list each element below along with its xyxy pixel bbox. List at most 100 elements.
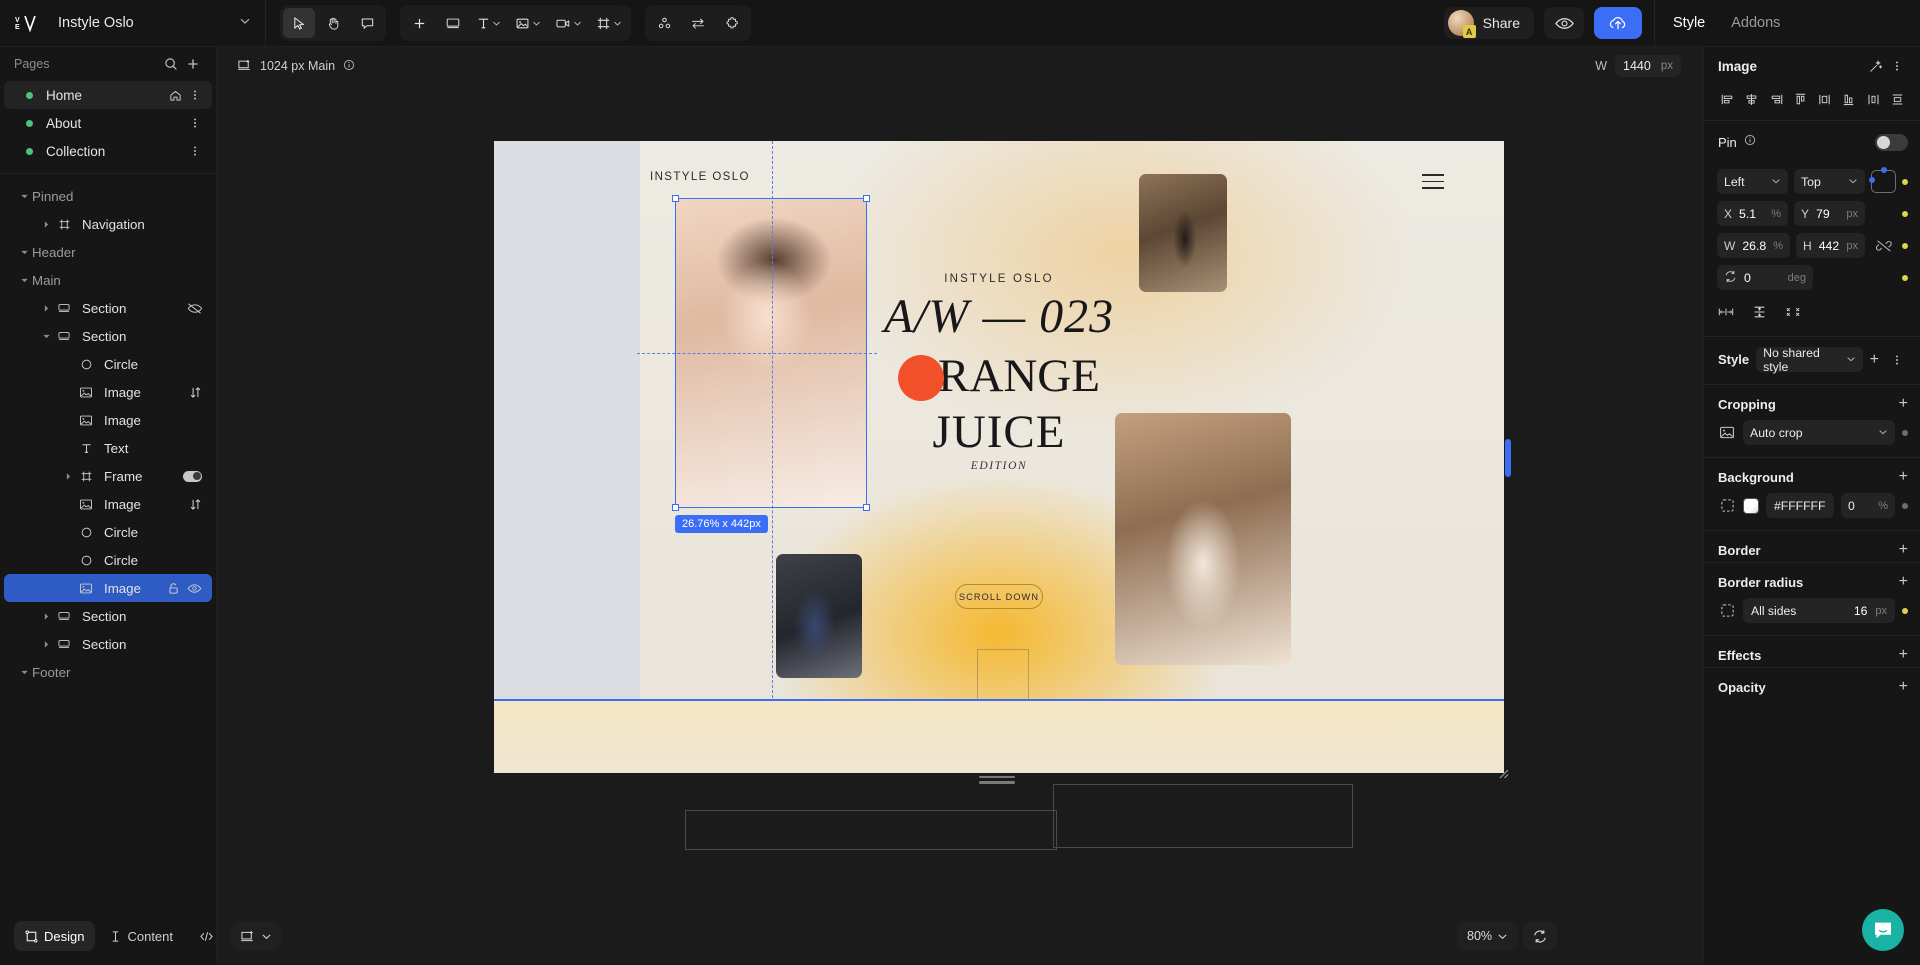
add-style-icon[interactable]: + (1870, 351, 1879, 368)
align-middle-v-icon[interactable] (1863, 89, 1884, 110)
align-bottom-icon[interactable] (1838, 89, 1859, 110)
layer-row[interactable]: Image (4, 490, 212, 518)
artboard-resize-grip[interactable] (979, 776, 1015, 787)
caret-down-icon[interactable] (16, 248, 32, 257)
layer-row[interactable]: Text (4, 434, 212, 462)
scroll-down-button[interactable]: SCROLL DOWN (955, 584, 1043, 609)
x-field[interactable]: X 5.1 % (1717, 201, 1788, 226)
add-opacity-icon[interactable]: + (1899, 679, 1908, 695)
layer-row[interactable]: Navigation (4, 210, 212, 238)
chevron-down-icon[interactable] (239, 14, 251, 32)
rotation-field[interactable]: 0 deg (1717, 265, 1813, 290)
background-hex-field[interactable]: #FFFFFF (1766, 493, 1834, 518)
layer-row[interactable]: Section (4, 602, 212, 630)
layer-row[interactable]: Circle (4, 518, 212, 546)
layer-row[interactable]: Image (4, 378, 212, 406)
add-background-icon[interactable]: + (1899, 469, 1908, 485)
components-button[interactable] (648, 8, 680, 38)
layer-row[interactable]: Section (4, 630, 212, 658)
swap-arrows-icon[interactable] (682, 8, 714, 38)
layer-row[interactable]: Header (4, 238, 212, 266)
add-page-icon[interactable] (182, 53, 204, 75)
anchor-preview[interactable] (1869, 167, 1896, 193)
zoom-control[interactable]: 80% (1457, 921, 1519, 951)
tab-design[interactable]: Design (14, 921, 96, 951)
puzzle-icon[interactable] (716, 8, 748, 38)
crop-mode-select[interactable]: Auto crop (1743, 420, 1895, 445)
layer-row-actions[interactable] (183, 470, 212, 482)
artboard-image-top-right[interactable] (1139, 174, 1227, 292)
search-icon[interactable] (160, 53, 182, 75)
caret-right-icon[interactable] (38, 220, 54, 229)
distribute-h-icon[interactable] (1814, 89, 1835, 110)
insert-text-button[interactable] (471, 8, 507, 38)
layer-row[interactable]: Section (4, 294, 212, 322)
layer-row-actions[interactable] (187, 302, 212, 315)
caret-down-icon[interactable] (16, 192, 32, 201)
share-button[interactable]: A Share (1443, 7, 1534, 39)
add-effects-icon[interactable]: + (1899, 647, 1908, 663)
y-field[interactable]: Y 79 px (1794, 201, 1865, 226)
v-anchor-select[interactable]: Top (1794, 169, 1865, 194)
layer-row[interactable]: Main (4, 266, 212, 294)
caret-down-icon[interactable] (16, 668, 32, 677)
caret-down-icon[interactable] (38, 332, 54, 341)
select-tool[interactable] (283, 8, 315, 38)
insert-section-button[interactable] (437, 8, 469, 38)
canvas-right-handle[interactable] (1505, 439, 1511, 477)
selection-bounding-box[interactable] (672, 195, 870, 511)
artboard[interactable]: INSTYLE OSLO INSTYLE OSLO A/W — 023 RANG… (494, 141, 1504, 773)
artboard-image-right[interactable] (1115, 413, 1291, 665)
align-center-h-icon[interactable] (1741, 89, 1762, 110)
resize-handle-bl[interactable] (672, 504, 679, 511)
preview-button[interactable] (1544, 7, 1584, 39)
add-cropping-icon[interactable]: + (1899, 396, 1908, 412)
refresh-button[interactable] (1523, 921, 1557, 951)
layer-row[interactable]: Image (4, 406, 212, 434)
comment-tool[interactable] (351, 8, 383, 38)
hamburger-icon[interactable] (1422, 174, 1444, 194)
caret-down-icon[interactable] (16, 276, 32, 285)
sidebar-item-about[interactable]: About (4, 109, 212, 137)
resize-handle-tl[interactable] (672, 195, 679, 202)
tab-addons[interactable]: Addons (1731, 15, 1780, 31)
pin-toggle[interactable] (1875, 133, 1908, 151)
info-icon[interactable] (1744, 133, 1756, 151)
layer-row[interactable]: Footer (4, 658, 212, 686)
sidebar-item-home[interactable]: Home (4, 81, 212, 109)
tab-content[interactable]: Content (99, 921, 184, 951)
align-top-icon[interactable] (1790, 89, 1811, 110)
layer-row[interactable]: Circle (4, 350, 212, 378)
tab-style[interactable]: Style (1673, 15, 1705, 31)
breakpoint-icon[interactable] (237, 58, 252, 75)
caret-right-icon[interactable] (38, 304, 54, 313)
h-anchor-select[interactable]: Left (1717, 169, 1788, 194)
align-left-icon[interactable] (1717, 89, 1738, 110)
artboard-image-bottom-left[interactable] (776, 554, 862, 678)
hand-tool[interactable] (317, 8, 349, 38)
intercom-chat-button[interactable] (1862, 909, 1904, 951)
insert-frame-button[interactable] (590, 8, 628, 38)
artboard-corner-handle[interactable] (1495, 765, 1509, 782)
insert-image-button[interactable] (509, 8, 547, 38)
layer-row[interactable]: Circle (4, 546, 212, 574)
more-icon[interactable] (186, 114, 204, 132)
caret-right-icon[interactable] (38, 640, 54, 649)
distribute-v-icon[interactable] (1887, 89, 1908, 110)
width-input[interactable]: 1440 px (1615, 55, 1681, 77)
frame-picker-button[interactable] (231, 921, 281, 951)
align-right-icon[interactable] (1766, 89, 1787, 110)
more-icon[interactable] (186, 86, 204, 104)
resize-handle-br[interactable] (863, 504, 870, 511)
resize-handle-tr[interactable] (863, 195, 870, 202)
info-icon[interactable] (343, 59, 355, 74)
pack-icon[interactable] (1785, 305, 1801, 324)
layer-row-actions[interactable] (189, 386, 212, 399)
background-color-swatch[interactable] (1743, 497, 1759, 514)
layer-row[interactable]: Section (4, 322, 212, 350)
add-border-icon[interactable]: + (1899, 542, 1908, 558)
insert-video-button[interactable] (549, 8, 588, 38)
layer-row-actions[interactable] (189, 498, 212, 511)
caret-right-icon[interactable] (38, 612, 54, 621)
border-radius-field[interactable]: All sides 16 px (1743, 598, 1895, 623)
